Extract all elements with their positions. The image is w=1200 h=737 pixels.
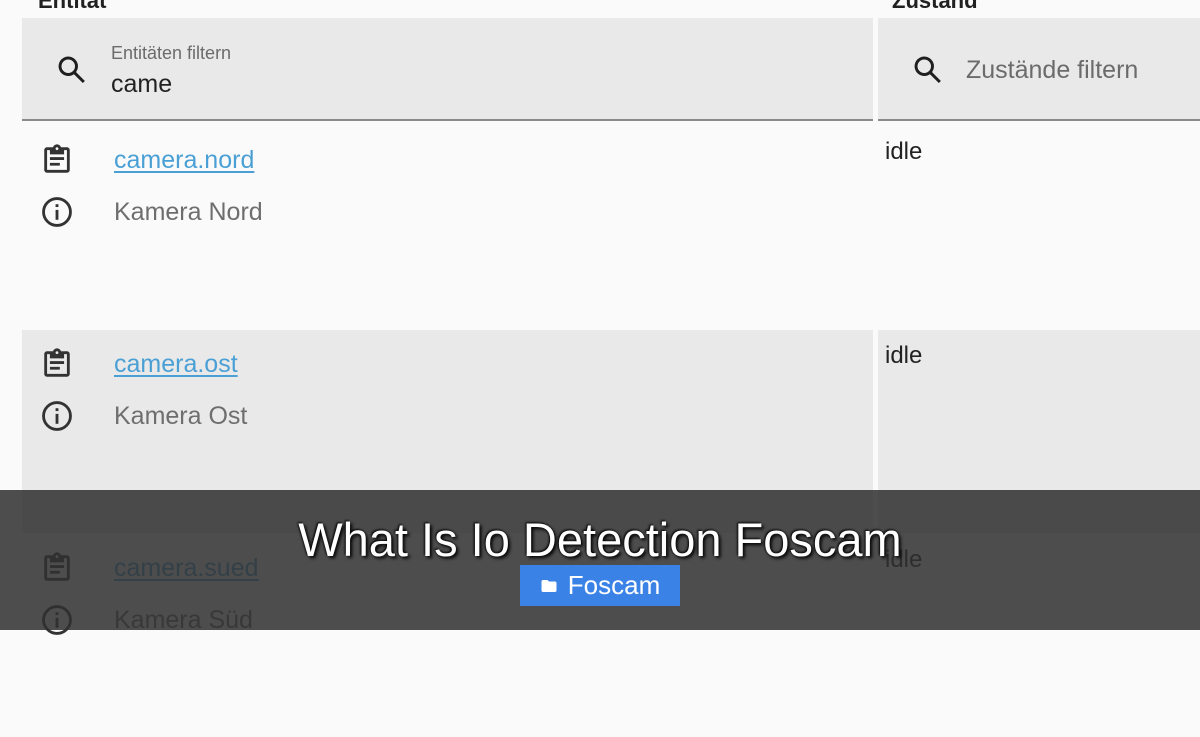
state-value: idle <box>885 342 923 369</box>
clipboard-icon[interactable] <box>40 347 74 381</box>
folder-icon <box>541 579 557 592</box>
entity-cell: camera.nord Kamera Nord <box>22 126 873 329</box>
category-tag-label: Foscam <box>567 570 661 600</box>
entity-filter-field[interactable]: Entitäten filtern came <box>22 18 873 121</box>
friendly-name: Kamera Nord <box>114 197 263 226</box>
search-icon <box>58 56 85 84</box>
state-value: idle <box>885 138 923 165</box>
info-icon[interactable] <box>40 195 74 229</box>
entity-filter-label: Entitäten filtern <box>111 43 232 63</box>
friendly-name: Kamera Ost <box>114 401 248 430</box>
clipboard-icon[interactable] <box>40 143 74 177</box>
state-filter-input[interactable]: Zustände filtern <box>966 56 1138 85</box>
entity-id-link[interactable]: camera.ost <box>114 350 238 379</box>
entity-column-header[interactable]: Entität <box>38 0 106 14</box>
table-row: camera.nord Kamera Nord idle <box>0 126 1200 329</box>
state-cell: idle <box>878 126 1200 329</box>
caption-title: What Is Io Detection Foscam <box>298 513 902 566</box>
search-icon <box>914 56 941 84</box>
entity-filter-input[interactable]: came <box>111 70 172 99</box>
state-column-header[interactable]: Zustand <box>892 0 978 14</box>
category-tag[interactable]: Foscam <box>520 565 680 606</box>
entity-id-link[interactable]: camera.nord <box>114 146 254 175</box>
state-filter-field[interactable]: Zustände filtern <box>878 18 1200 121</box>
info-icon[interactable] <box>40 399 74 433</box>
